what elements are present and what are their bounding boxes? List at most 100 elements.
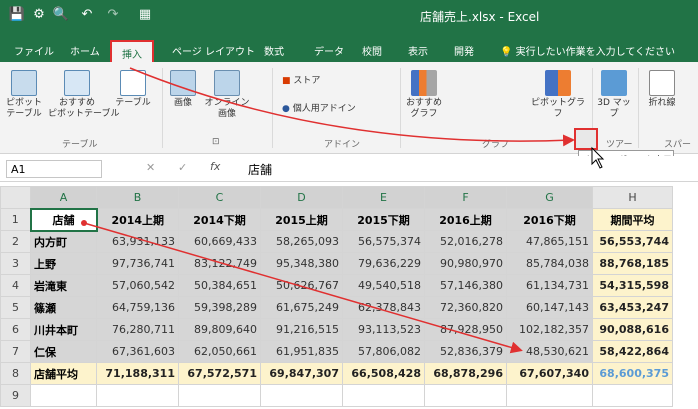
sales-cell[interactable]: 50,626,767 [260, 274, 343, 297]
row-header[interactable]: 3 [0, 252, 31, 275]
row-header[interactable]: 1 [0, 208, 31, 231]
header-cell[interactable]: 期間平均 [592, 208, 673, 231]
empty-cell[interactable] [506, 384, 593, 407]
sales-cell[interactable]: 52,836,379 [424, 340, 507, 363]
store-name-cell[interactable]: 内方町 [30, 230, 97, 253]
tab-file[interactable]: ファイル [14, 43, 54, 58]
sales-cell[interactable]: 79,636,229 [342, 252, 425, 275]
column-header[interactable]: E [342, 186, 425, 209]
store-name-cell[interactable]: 篠瀬 [30, 296, 97, 319]
sales-cell[interactable]: 83,122,749 [178, 252, 261, 275]
cancel-icon[interactable]: ✕ [146, 161, 155, 174]
sales-cell[interactable]: 76,280,711 [96, 318, 179, 341]
sales-cell[interactable]: 72,360,820 [424, 296, 507, 319]
online-image-button[interactable]: オンライン 画像 [202, 70, 252, 120]
save-icon[interactable]: 💾 [8, 6, 26, 24]
tab-developer[interactable]: 開発 [454, 43, 474, 58]
column-header[interactable]: F [424, 186, 507, 209]
avg-cell[interactable]: 67,572,571 [178, 362, 261, 385]
empty-cell[interactable] [96, 384, 179, 407]
sales-cell[interactable]: 60,147,143 [506, 296, 593, 319]
period-avg-cell[interactable]: 88,768,185 [592, 252, 673, 275]
column-header[interactable]: C [178, 186, 261, 209]
row-header[interactable]: 4 [0, 274, 31, 297]
sales-cell[interactable]: 57,146,380 [424, 274, 507, 297]
3d-map-button[interactable]: 3D マッ プ [596, 70, 632, 120]
period-avg-cell[interactable]: 58,422,864 [592, 340, 673, 363]
recommended-chart-button[interactable]: おすすめ グラフ [404, 70, 444, 120]
print-preview-icon[interactable]: 🔍 [52, 6, 70, 24]
enter-icon[interactable]: ✓ [178, 161, 187, 174]
empty-cell[interactable] [424, 384, 507, 407]
undo-icon[interactable]: ↶ [78, 6, 96, 24]
tab-data[interactable]: データ [314, 43, 344, 58]
avg-cell[interactable]: 68,600,375 [592, 362, 673, 385]
sales-cell[interactable]: 57,806,082 [342, 340, 425, 363]
sales-cell[interactable]: 48,530,621 [506, 340, 593, 363]
pivot-table-button[interactable]: ピボット テーブル [4, 70, 44, 120]
tab-formulas[interactable]: 数式 [264, 43, 284, 58]
sales-cell[interactable]: 89,809,640 [178, 318, 261, 341]
sales-cell[interactable]: 61,951,835 [260, 340, 343, 363]
name-box[interactable]: A1 [6, 160, 102, 178]
active-cell[interactable]: 店舗 [29, 207, 98, 232]
avg-cell[interactable]: 69,847,307 [260, 362, 343, 385]
pivot-chart-button[interactable]: ピボットグラフ [530, 70, 586, 120]
table-button[interactable]: テーブル [110, 70, 156, 109]
header-cell[interactable]: 2014上期 [96, 208, 179, 231]
sales-cell[interactable]: 90,980,970 [424, 252, 507, 275]
row-header[interactable]: 8 [0, 362, 31, 385]
store-name-cell[interactable]: 川井本町 [30, 318, 97, 341]
column-header[interactable]: A [30, 186, 97, 209]
sales-cell[interactable]: 95,348,380 [260, 252, 343, 275]
chart-dialog-launcher-button[interactable] [574, 128, 598, 150]
image-button[interactable]: 画像 [166, 70, 200, 109]
sales-cell[interactable]: 91,216,515 [260, 318, 343, 341]
header-cell[interactable]: 2016下期 [506, 208, 593, 231]
recommended-pivot-button[interactable]: おすすめ ピボットテーブル [48, 70, 119, 120]
sales-cell[interactable]: 58,265,093 [260, 230, 343, 253]
select-all-corner[interactable] [0, 186, 31, 209]
sales-cell[interactable]: 61,675,249 [260, 296, 343, 319]
sales-cell[interactable]: 47,865,151 [506, 230, 593, 253]
sales-cell[interactable]: 62,050,661 [178, 340, 261, 363]
sales-cell[interactable]: 49,540,518 [342, 274, 425, 297]
sales-cell[interactable]: 52,016,278 [424, 230, 507, 253]
column-header[interactable]: G [506, 186, 593, 209]
function-icon[interactable]: fx [210, 160, 220, 173]
row-header[interactable]: 9 [0, 384, 31, 407]
period-avg-cell[interactable]: 54,315,598 [592, 274, 673, 297]
tab-view[interactable]: 表示 [408, 43, 428, 58]
avg-label-cell[interactable]: 店舗平均 [30, 362, 97, 385]
touch-mode-icon[interactable]: ⚙ [30, 6, 48, 24]
sales-cell[interactable]: 57,060,542 [96, 274, 179, 297]
column-header[interactable]: D [260, 186, 343, 209]
store-name-cell[interactable]: 上野 [30, 252, 97, 275]
empty-cell[interactable] [178, 384, 261, 407]
tab-review[interactable]: 校閲 [362, 43, 382, 58]
store-name-cell[interactable]: 岩滝東 [30, 274, 97, 297]
formula-input[interactable]: 店舗 [248, 161, 272, 178]
row-header[interactable]: 2 [0, 230, 31, 253]
tab-insert[interactable]: 挿入 [110, 40, 154, 62]
period-avg-cell[interactable]: 63,453,247 [592, 296, 673, 319]
tab-home[interactable]: ホーム [70, 43, 100, 58]
empty-cell[interactable] [260, 384, 343, 407]
column-header[interactable]: H [592, 186, 673, 209]
row-header[interactable]: 5 [0, 296, 31, 319]
line-sparkline-button[interactable]: 折れ線 [642, 70, 682, 109]
empty-cell[interactable] [592, 384, 673, 407]
tab-page-layout[interactable]: ページ レイアウト [172, 43, 255, 58]
sales-cell[interactable]: 59,398,289 [178, 296, 261, 319]
header-cell[interactable]: 2015下期 [342, 208, 425, 231]
personal-addins-button[interactable]: ● 個人用アドイン [282, 104, 356, 115]
avg-cell[interactable]: 66,508,428 [342, 362, 425, 385]
avg-cell[interactable]: 68,878,296 [424, 362, 507, 385]
tell-me-search[interactable]: 💡 実行したい作業を入力してください [500, 43, 675, 58]
avg-cell[interactable]: 67,607,340 [506, 362, 593, 385]
empty-cell[interactable] [30, 384, 97, 407]
store-name-cell[interactable]: 仁保 [30, 340, 97, 363]
sales-cell[interactable]: 97,736,741 [96, 252, 179, 275]
form-icon[interactable]: ▦ [136, 6, 154, 24]
sales-cell[interactable]: 50,384,651 [178, 274, 261, 297]
